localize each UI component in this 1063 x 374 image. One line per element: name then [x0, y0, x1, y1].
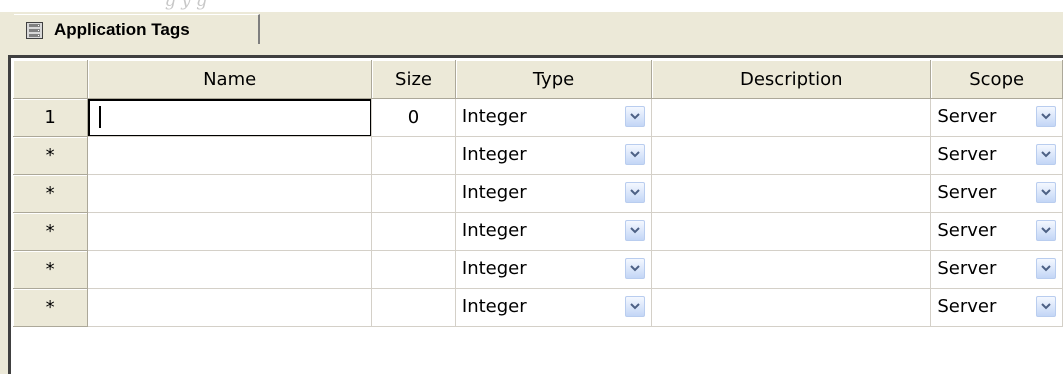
- chevron-down-icon: [1041, 303, 1051, 310]
- scope-dropdown-button[interactable]: [1036, 106, 1056, 127]
- size-cell[interactable]: [371, 250, 456, 289]
- description-cell[interactable]: [651, 212, 932, 251]
- table-row: * Integer Server: [13, 250, 1063, 289]
- chevron-down-icon: [1041, 113, 1051, 120]
- chevron-down-icon: [630, 265, 640, 272]
- chevron-down-icon: [630, 113, 640, 120]
- name-cell[interactable]: [87, 212, 373, 251]
- type-dropdown-button[interactable]: [625, 182, 646, 203]
- scope-cell[interactable]: Server: [930, 174, 1063, 213]
- grid-frame: Name Size Type Description Scope 1 0 Int…: [0, 44, 1063, 374]
- scope-cell[interactable]: Server: [930, 136, 1063, 175]
- header-row: Name Size Type Description Scope: [13, 60, 1063, 99]
- row-header[interactable]: *: [13, 136, 89, 175]
- name-cell[interactable]: [87, 288, 373, 327]
- chevron-down-icon: [1041, 265, 1051, 272]
- scope-cell[interactable]: Server: [930, 98, 1063, 137]
- type-cell[interactable]: Integer: [455, 212, 653, 251]
- column-header-name[interactable]: Name: [87, 60, 373, 99]
- table-row: 1 0 Integer Server: [13, 98, 1063, 137]
- type-cell[interactable]: Integer: [455, 250, 653, 289]
- table-row: * Integer Server: [13, 174, 1063, 213]
- tab-application-tags[interactable]: Application Tags: [14, 14, 260, 44]
- column-header-description[interactable]: Description: [651, 60, 932, 99]
- row-header[interactable]: 1: [13, 98, 89, 137]
- scope-dropdown-button[interactable]: [1036, 220, 1056, 241]
- name-cell[interactable]: [87, 136, 373, 175]
- description-cell[interactable]: [651, 98, 932, 137]
- scope-cell[interactable]: Server: [930, 250, 1063, 289]
- scope-value: Server: [937, 182, 997, 203]
- table-row: * Integer Server: [13, 136, 1063, 175]
- row-header[interactable]: *: [13, 174, 89, 213]
- scope-dropdown-button[interactable]: [1036, 144, 1056, 165]
- row-header[interactable]: *: [13, 212, 89, 251]
- type-dropdown-button[interactable]: [625, 296, 646, 317]
- type-value: Integer: [461, 220, 527, 241]
- chevron-down-icon: [630, 189, 640, 196]
- type-dropdown-button[interactable]: [625, 106, 646, 127]
- scope-value: Server: [937, 144, 997, 165]
- name-cell[interactable]: [87, 250, 373, 289]
- name-cell[interactable]: [87, 98, 373, 137]
- scope-cell[interactable]: Server: [930, 288, 1063, 327]
- size-cell[interactable]: [371, 212, 456, 251]
- table-row: * Integer Server: [13, 212, 1063, 251]
- scope-value: Server: [937, 106, 997, 127]
- scope-value: Server: [937, 258, 997, 279]
- text-caret: [99, 106, 102, 128]
- size-cell[interactable]: [371, 136, 456, 175]
- chevron-down-icon: [1041, 227, 1051, 234]
- column-header-scope[interactable]: Scope: [930, 60, 1063, 99]
- tab-bar: Application Tags: [0, 12, 1063, 56]
- type-value: Integer: [461, 106, 527, 127]
- description-cell[interactable]: [651, 174, 932, 213]
- description-cell[interactable]: [651, 288, 932, 327]
- type-value: Integer: [461, 182, 527, 203]
- description-cell[interactable]: [651, 136, 932, 175]
- type-value: Integer: [461, 296, 527, 317]
- size-cell[interactable]: [371, 288, 456, 327]
- column-header-type[interactable]: Type: [455, 60, 653, 99]
- scope-value: Server: [937, 296, 997, 317]
- scope-dropdown-button[interactable]: [1036, 296, 1056, 317]
- chevron-down-icon: [630, 303, 640, 310]
- chevron-down-icon: [630, 151, 640, 158]
- size-cell[interactable]: [371, 174, 456, 213]
- chevron-down-icon: [1041, 151, 1051, 158]
- corner-header[interactable]: [13, 60, 89, 99]
- scope-cell[interactable]: Server: [930, 212, 1063, 251]
- chevron-down-icon: [630, 227, 640, 234]
- tags-table: Name Size Type Description Scope 1 0 Int…: [13, 60, 1063, 327]
- cropped-caption-strip: g y g: [0, 0, 1063, 12]
- description-cell[interactable]: [651, 250, 932, 289]
- row-header[interactable]: *: [13, 288, 89, 327]
- size-cell[interactable]: 0: [371, 98, 456, 137]
- type-cell[interactable]: Integer: [455, 174, 653, 213]
- table-row: * Integer Server: [13, 288, 1063, 327]
- name-cell[interactable]: [87, 174, 373, 213]
- type-cell[interactable]: Integer: [455, 288, 653, 327]
- cropped-caption: g y g: [165, 0, 208, 11]
- type-value: Integer: [461, 144, 527, 165]
- tags-grid: Name Size Type Description Scope 1 0 Int…: [8, 55, 1063, 374]
- type-cell[interactable]: Integer: [455, 136, 653, 175]
- type-value: Integer: [461, 258, 527, 279]
- scope-dropdown-button[interactable]: [1036, 182, 1056, 203]
- tab-label: Application Tags: [54, 20, 190, 39]
- database-icon: [26, 22, 43, 39]
- type-dropdown-button[interactable]: [625, 220, 646, 241]
- chevron-down-icon: [1041, 189, 1051, 196]
- scope-value: Server: [937, 220, 997, 241]
- row-header[interactable]: *: [13, 250, 89, 289]
- column-header-size[interactable]: Size: [371, 60, 456, 99]
- scope-dropdown-button[interactable]: [1036, 258, 1056, 279]
- type-dropdown-button[interactable]: [625, 258, 646, 279]
- type-dropdown-button[interactable]: [625, 144, 646, 165]
- type-cell[interactable]: Integer: [455, 98, 653, 137]
